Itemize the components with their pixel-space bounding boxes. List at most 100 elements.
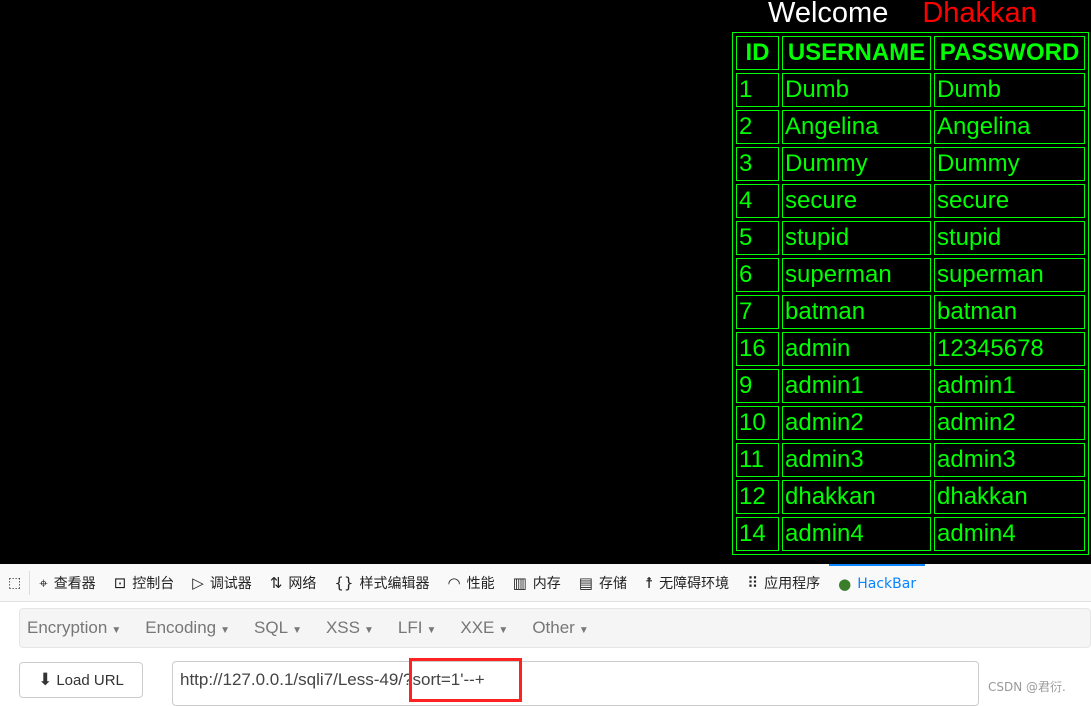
table-cell: stupid	[782, 221, 931, 255]
load-url-label: Load URL	[56, 671, 124, 689]
tab-label: 查看器	[53, 575, 96, 592]
hackbar-menu-item[interactable]: LFI ▼	[398, 618, 436, 638]
devtools-tab[interactable]: ● HackBar	[829, 563, 926, 602]
table-row: 11 admin3 admin3	[736, 443, 1085, 477]
table-row: 6 superman superman	[736, 258, 1085, 292]
table-cell: 14	[736, 517, 779, 551]
table-row: 14 admin4 admin4	[736, 517, 1085, 551]
devtools-tab[interactable]: ▥ 内存	[504, 564, 570, 602]
tab-label: 应用程序	[764, 575, 821, 592]
network-icon: ⇅	[269, 573, 283, 592]
element-picker-button[interactable]: ⬚	[0, 570, 31, 595]
table-cell: dhakkan	[934, 480, 1085, 514]
devtools-tab[interactable]: ⇅ 网络	[261, 564, 326, 602]
table-cell: 7	[736, 295, 779, 329]
table-cell: admin4	[782, 517, 931, 551]
table-cell: Dumb	[934, 73, 1085, 107]
table-cell: 9	[736, 369, 779, 403]
hackbar-menu-item[interactable]: SQL ▼	[254, 618, 302, 638]
table-cell: 5	[736, 221, 779, 255]
performance-icon: ◠	[447, 573, 461, 592]
table-row: 3 Dummy Dummy	[736, 147, 1085, 181]
caret-down-icon: ▼	[220, 625, 231, 636]
devtools-tab[interactable]: ☨ 无障碍环境	[636, 564, 738, 602]
tab-label: 性能	[466, 575, 495, 592]
devtools-toolbar: ⬚ ⌖ 查看器 ⊡ 控制台 ▷ 调试器 ⇅ 网络 {} 样式编辑器 ◠ 性能 ▥ 内存 ▤ 存储 ☨ 无障碍环境 ⠿…	[0, 563, 1091, 602]
column-header: PASSWORD	[934, 36, 1085, 70]
accessibility-icon: ☨	[644, 573, 654, 592]
tab-label: HackBar	[857, 575, 917, 592]
devtools-tab[interactable]: ⊡ 控制台	[105, 564, 184, 602]
devtools-tab[interactable]: ▷ 调试器	[183, 564, 261, 602]
table-cell: admin1	[782, 369, 931, 403]
devtools-tab[interactable]: ◠ 性能	[438, 564, 503, 602]
table-cell: admin4	[934, 517, 1085, 551]
picker-icon: ⬚	[8, 574, 22, 591]
user-name: Dhakkan	[922, 0, 1037, 29]
menu-label: XXE	[460, 618, 495, 637]
table-cell: admin2	[782, 406, 931, 440]
table-cell: 12	[736, 480, 779, 514]
table-cell: Dumb	[782, 73, 931, 107]
watermark: CSDN @君衍.	[988, 680, 1066, 694]
debugger-icon: ▷	[192, 573, 204, 592]
memory-icon: ▥	[512, 573, 527, 592]
table-cell: 10	[736, 406, 779, 440]
table-row: 4 secure secure	[736, 184, 1085, 218]
hackbar-menu-item[interactable]: Other ▼	[532, 618, 588, 638]
table-cell: 16	[736, 332, 779, 366]
table-cell: admin1	[934, 369, 1085, 403]
devtools-tab[interactable]: ⠿ 应用程序	[738, 564, 829, 602]
table-row: 16 admin 12345678	[736, 332, 1085, 366]
menu-label: Encryption	[27, 618, 108, 637]
table-cell: superman	[782, 258, 931, 292]
table-cell: secure	[934, 184, 1085, 218]
menu-label: XSS	[325, 618, 360, 637]
table-cell: 2	[736, 110, 779, 144]
table-cell: 3	[736, 147, 779, 181]
hackbar-menu-item[interactable]: Encryption ▼	[27, 618, 121, 638]
application-icon: ⠿	[747, 573, 759, 592]
storage-icon: ▤	[578, 573, 593, 592]
table-cell: admin3	[934, 443, 1085, 477]
load-url-button[interactable]: ⬇ Load URL	[19, 662, 143, 698]
tab-label: 样式编辑器	[359, 575, 430, 592]
tab-label: 无障碍环境	[659, 575, 730, 592]
welcome-heading: Welcome Dhakkan	[768, 0, 1037, 30]
hackbar-menu: Encryption ▼ Encoding ▼ SQL ▼ XSS ▼ LFI ▼ XXE ▼ Othe…	[19, 608, 1091, 648]
table-cell: 6	[736, 258, 779, 292]
tab-label: 内存	[532, 575, 561, 592]
url-input[interactable]: http://127.0.0.1/sqli7/Less-49/?sort=1'-…	[172, 661, 979, 706]
table-cell: Dummy	[782, 147, 931, 181]
caret-down-icon: ▼	[292, 625, 302, 636]
devtools-tab[interactable]: ▤ 存储	[570, 564, 636, 602]
column-header: USERNAME	[782, 36, 931, 70]
table-cell: 1	[736, 73, 779, 107]
tab-label: 存储	[598, 575, 627, 592]
table-cell: dhakkan	[782, 480, 931, 514]
table-cell: Angelina	[934, 110, 1085, 144]
table-cell: 4	[736, 184, 779, 218]
hackbar-menu-item[interactable]: XXE ▼	[460, 618, 508, 638]
table-cell: admin2	[934, 406, 1085, 440]
caret-down-icon: ▼	[498, 625, 509, 636]
table-row: 5 stupid stupid	[736, 221, 1085, 255]
devtools-tab[interactable]: {} 样式编辑器	[325, 564, 438, 602]
table-cell: secure	[782, 184, 931, 218]
tab-label: 调试器	[209, 575, 252, 592]
column-header: ID	[736, 36, 779, 70]
caret-down-icon: ▼	[364, 625, 374, 636]
hackbar-panel: Encryption ▼ Encoding ▼ SQL ▼ XSS ▼ LFI ▼ XXE ▼ Othe…	[0, 602, 1091, 706]
devtools-tab[interactable]: ⌖ 查看器	[30, 564, 104, 602]
table-row: 1 Dumb Dumb	[736, 73, 1085, 107]
menu-label: LFI	[397, 618, 423, 637]
hackbar-menu-item[interactable]: Encoding ▼	[145, 618, 230, 638]
table-row: 2 Angelina Angelina	[736, 110, 1085, 144]
menu-label: Other	[532, 618, 575, 637]
hackbar-menu-item[interactable]: XSS ▼	[326, 618, 374, 638]
table-cell: batman	[782, 295, 931, 329]
style-editor-icon: {}	[334, 573, 354, 592]
caret-down-icon: ▼	[111, 625, 122, 636]
table-cell: Dummy	[934, 147, 1085, 181]
web-page: Welcome Dhakkan ID USERNAME PASSWORD 1 Dumb Du…	[0, 0, 1091, 564]
